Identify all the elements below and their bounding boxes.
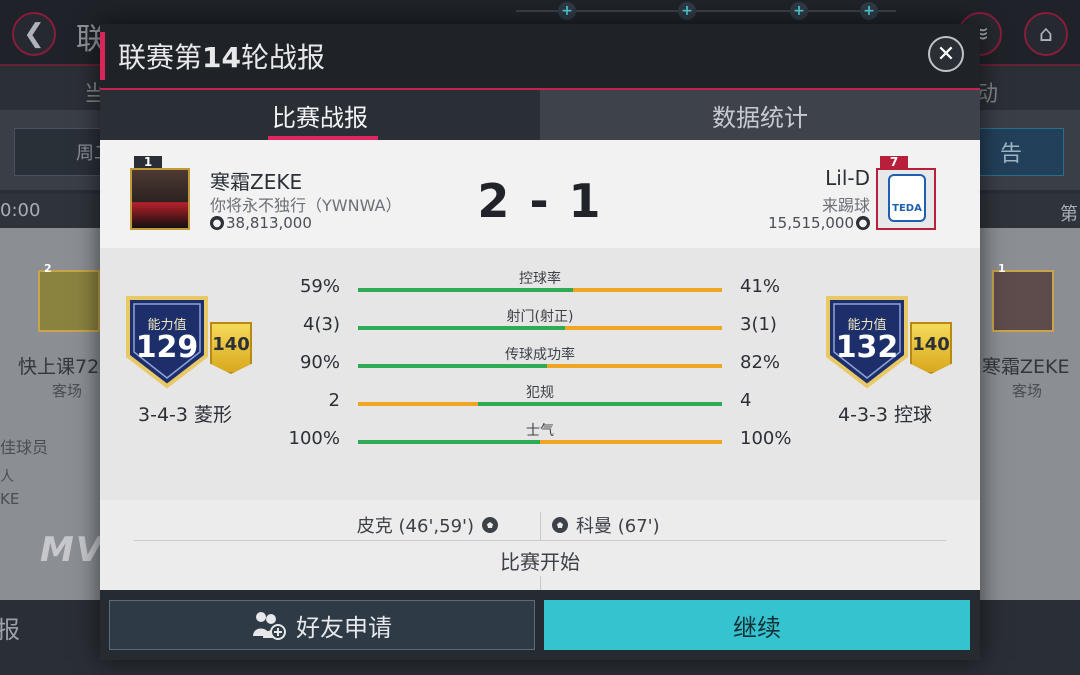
football-icon: [482, 517, 498, 533]
home-scorers-text: 皮克 (46',59'): [356, 516, 474, 537]
stat-bar: [358, 440, 722, 444]
header-accent: [100, 32, 105, 80]
goal-scorers: 皮克 (46',59') 科曼 (67'): [100, 500, 980, 552]
stat-label: 士气: [526, 423, 554, 439]
stat-row-possession: 控球率 59% 41%: [100, 268, 980, 306]
stat-home-value: 90%: [299, 352, 340, 373]
away-card-number: 7: [880, 156, 908, 168]
background-mvp-text: MV: [40, 530, 105, 570]
stat-bar: [358, 326, 722, 330]
stat-bar: [358, 364, 722, 368]
stat-row-shots: 射门(射正) 4(3) 3(1): [100, 306, 980, 344]
stat-bar: [358, 402, 722, 406]
kickoff-event: 比赛开始: [500, 550, 580, 574]
background-team-left: 快上课72: [18, 356, 100, 378]
stat-home-fill: [358, 440, 540, 444]
tab-match-report[interactable]: 比赛战报: [100, 90, 540, 140]
stat-away-value: 100%: [740, 428, 792, 449]
home-team-name: 寒霜ZEKE: [210, 170, 303, 194]
close-icon: ✕: [936, 41, 956, 67]
away-scorers: 科曼 (67'): [552, 512, 660, 538]
stat-row-fouls: 犯规 2 4: [100, 382, 980, 420]
coin-icon: ●: [210, 216, 224, 230]
stat-bar: [358, 288, 722, 292]
background-side-text: KE: [0, 490, 20, 508]
continue-button[interactable]: 继续: [544, 600, 970, 650]
home-value-text: 38,813,000: [226, 214, 312, 232]
add-currency-icon[interactable]: +: [678, 2, 696, 20]
home-scorers: 皮克 (46',59'): [357, 512, 498, 538]
away-value-text: 15,515,000: [768, 214, 854, 232]
home-club-name: 你将永不独行（YWNWA）: [210, 196, 402, 215]
stat-home-value: 4(3): [303, 314, 340, 335]
away-team-value: 15,515,000 ●: [768, 214, 870, 232]
scorers-divider: [540, 512, 541, 540]
tab-statistics[interactable]: 数据统计: [540, 90, 980, 140]
stat-home-fill: [358, 402, 479, 406]
coin-icon: ●: [856, 216, 870, 230]
stat-away-value: 41%: [740, 276, 781, 297]
stat-home-value: 59%: [299, 276, 340, 297]
match-report-modal: 联赛第14轮战报 ✕ 比赛战报 数据统计 1 寒霜ZEKE 你将永不独行（YWN…: [100, 24, 980, 660]
add-friend-icon: [253, 612, 286, 640]
stat-away-value: 4: [740, 390, 752, 411]
modal-title: 联赛第14轮战报: [118, 36, 325, 76]
add-currency-icon[interactable]: +: [860, 2, 878, 20]
home-team-value: ● 38,813,000: [210, 214, 312, 232]
stat-label: 传球成功率: [505, 347, 575, 363]
stat-row-pass-accuracy: 传球成功率 90% 82%: [100, 344, 980, 382]
background-time: 0:00: [0, 200, 41, 221]
title-prefix: 联赛第: [118, 41, 203, 74]
background-side-text: 佳球员: [0, 438, 49, 457]
stat-label: 射门(射正): [506, 309, 574, 325]
background-round-prefix: 第: [1060, 204, 1078, 225]
away-club-name: 来踢球: [821, 196, 870, 215]
football-icon: [552, 517, 568, 533]
match-score: 2 - 1: [477, 174, 603, 228]
stat-away-value: 3(1): [740, 314, 777, 335]
background-team-right: 寒霜ZEKE: [982, 356, 1070, 378]
back-button[interactable]: ❮: [12, 12, 56, 56]
stat-home-fill: [358, 326, 566, 330]
timeline-divider: [134, 540, 946, 541]
background-venue-right: 客场: [1012, 382, 1043, 400]
stat-home-fill: [358, 364, 548, 368]
close-button[interactable]: ✕: [928, 36, 964, 72]
stat-home-fill: [358, 288, 573, 292]
friend-request-label: 好友申请: [296, 613, 392, 642]
title-round-number: 14: [202, 41, 241, 74]
background-player-card: [992, 270, 1054, 332]
add-currency-icon[interactable]: +: [790, 2, 808, 20]
home-card-number: 1: [134, 156, 162, 168]
stat-away-value: 82%: [740, 352, 781, 373]
background-club-card: [38, 270, 100, 332]
title-suffix: 轮战报: [240, 41, 325, 74]
friend-request-button[interactable]: 好友申请: [109, 600, 535, 650]
modal-tabs: 比赛战报 数据统计: [100, 90, 980, 140]
stat-home-value: 2: [328, 390, 340, 411]
background-venue-left: 客场: [52, 382, 83, 400]
away-team-name: Lil-D: [825, 166, 870, 190]
background-card-number: 1: [998, 262, 1006, 275]
add-currency-icon[interactable]: +: [558, 2, 576, 20]
timeline-tick: [540, 576, 541, 590]
home-player-card: [130, 168, 190, 230]
stat-home-value: 100%: [288, 428, 340, 449]
back-arrow-icon: ❮: [23, 19, 45, 49]
stat-row-morale: 士气 100% 100%: [100, 420, 980, 458]
teda-crest-icon: TEDA: [888, 174, 926, 222]
background-bottom-text: 报: [0, 616, 20, 644]
modal-header: 联赛第14轮战报 ✕: [100, 24, 980, 90]
background-side-text: 人: [0, 469, 14, 485]
away-scorers-text: 科曼 (67'): [576, 516, 660, 537]
stat-label: 犯规: [526, 385, 554, 401]
home-icon[interactable]: ⌂: [1024, 12, 1068, 56]
stat-label: 控球率: [519, 271, 561, 287]
background-card-number: 2: [44, 262, 52, 275]
